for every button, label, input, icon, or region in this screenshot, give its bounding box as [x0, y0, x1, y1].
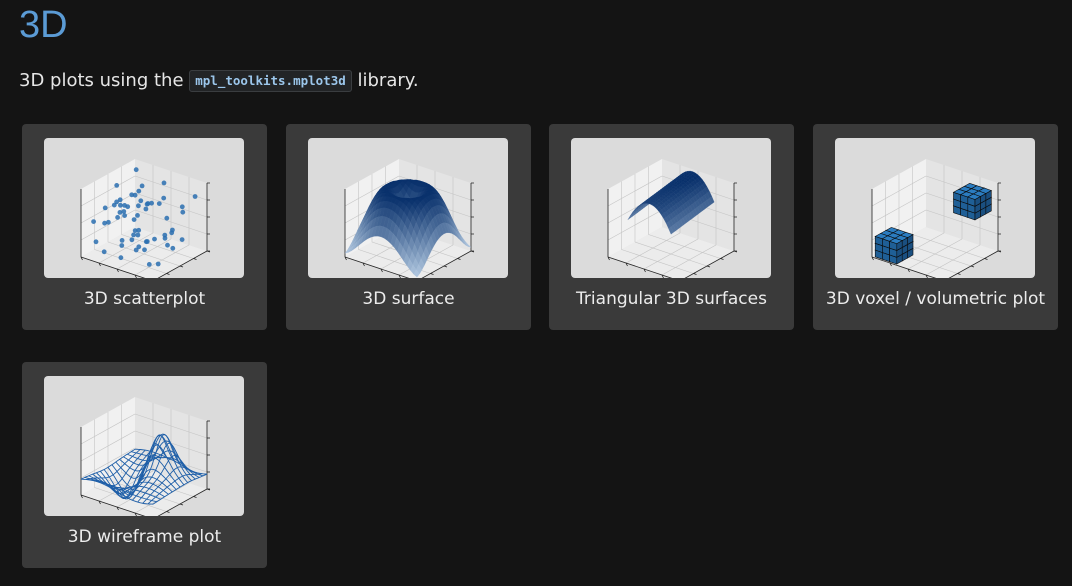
surface-3d-thumbnail [308, 138, 508, 278]
gallery-card-3d-surface[interactable]: 3D surface [286, 124, 531, 330]
intro-text-before: 3D plots using the [19, 70, 190, 91]
page-intro: 3D plots using the mpl_toolkits.mplot3d … [19, 68, 419, 95]
gallery-card-label: Triangular 3D surfaces [576, 289, 767, 309]
gallery-card-triangular-3d-surfaces[interactable]: Triangular 3D surfaces [549, 124, 794, 330]
wireframe-3d-thumbnail [44, 376, 244, 516]
gallery-card-3d-voxel-volumetric-plot[interactable]: 3D voxel / volumetric plot [813, 124, 1058, 330]
inline-code-module: mpl_toolkits.mplot3d [189, 70, 352, 92]
intro-text-after: library. [351, 70, 419, 91]
gallery-card-label: 3D wireframe plot [67, 527, 222, 547]
gallery-card-label: 3D surface [362, 289, 455, 309]
gallery-card-label: 3D voxel / volumetric plot [825, 289, 1046, 309]
axes-box [80, 159, 211, 278]
scatter-3d-thumbnail [44, 138, 244, 278]
voxel-3d-thumbnail [835, 138, 1035, 278]
trisurf-3d-thumbnail [571, 138, 771, 278]
gallery-card-3d-scatterplot[interactable]: 3D scatterplot [22, 124, 267, 330]
page-title: 3D [19, 4, 68, 46]
gallery-card-3d-wireframe-plot[interactable]: 3D wireframe plot [22, 362, 267, 568]
gallery-card-label: 3D scatterplot [83, 289, 206, 309]
